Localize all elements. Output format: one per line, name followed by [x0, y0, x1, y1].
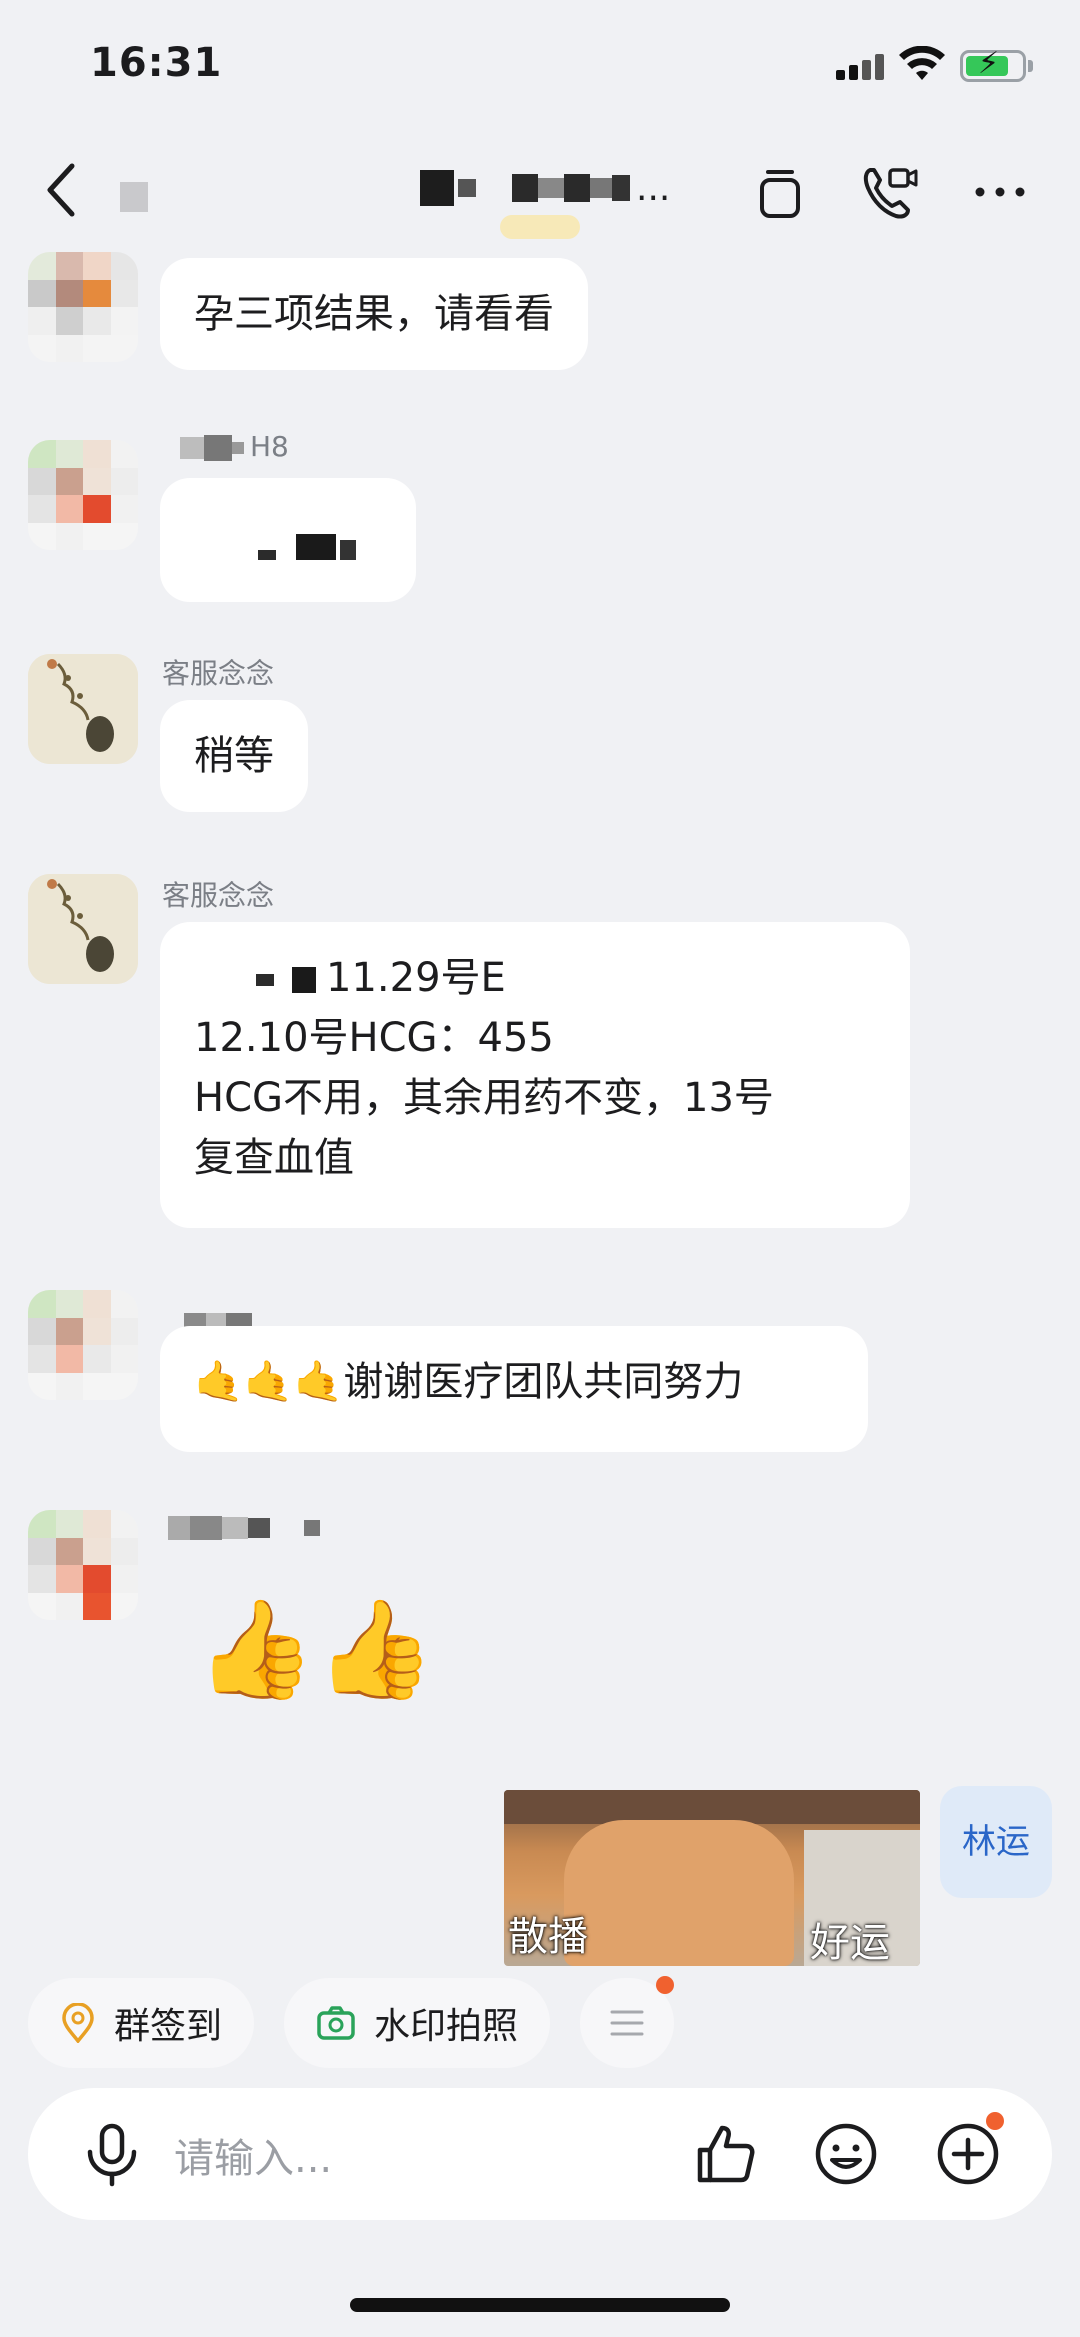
location-icon: [60, 2003, 96, 2043]
wifi-icon: [899, 46, 945, 80]
message-line: 11.29号E: [194, 948, 876, 1008]
avatar[interactable]: [28, 874, 138, 984]
message-bubble[interactable]: 孕三项结果，请看看: [160, 258, 588, 370]
avatar[interactable]: [28, 440, 138, 550]
video-call-icon[interactable]: [856, 160, 920, 224]
chat-header: ...: [0, 130, 1080, 245]
message-line: HCG不用，其余用药不变，13号: [194, 1075, 774, 1121]
check-in-label: 群签到: [114, 2006, 223, 2047]
sender-name: 客服念念: [162, 657, 275, 690]
sticker-text-left: 散播: [508, 1914, 588, 1960]
message-bubble[interactable]: [160, 478, 416, 602]
message-line: 12.10号HCG：455: [194, 1015, 554, 1061]
avatar[interactable]: [28, 654, 138, 764]
self-avatar[interactable]: 林运: [940, 1786, 1052, 1898]
message-text: 稍等: [194, 733, 274, 779]
message-line: 复查血值: [194, 1135, 354, 1181]
signal-icon: [836, 54, 886, 80]
message-input[interactable]: 请输入...: [174, 2126, 332, 2184]
emoji-icon[interactable]: [810, 2118, 882, 2190]
sender-name: 客服念念: [162, 879, 275, 912]
check-in-button[interactable]: 群签到: [28, 1978, 255, 2068]
message-bubble[interactable]: 11.29号E 12.10号HCG：455 HCG不用，其余用药不变，13号 复…: [160, 922, 910, 1228]
copy-icon[interactable]: [748, 160, 812, 224]
message-bubble[interactable]: 🤙🤙🤙谢谢医疗团队共同努力: [160, 1326, 868, 1452]
group-badge: [500, 215, 580, 239]
status-time: 16:31: [90, 40, 223, 86]
quick-actions: 群签到 水印拍照: [0, 1974, 1080, 2074]
watermark-photo-label: 水印拍照: [374, 2006, 519, 2047]
more-icon[interactable]: [968, 160, 1032, 224]
sender-name: H8: [180, 430, 289, 463]
sender-name: [168, 1510, 320, 1543]
notification-dot: [986, 2112, 1004, 2130]
more-actions-button[interactable]: [580, 1976, 674, 2068]
avatar[interactable]: [28, 1290, 138, 1400]
message-text: 🤙🤙🤙谢谢医疗团队共同努力: [194, 1359, 744, 1405]
thumbs-up-emoji[interactable]: 👍👍: [196, 1594, 435, 1704]
group-title[interactable]: ...: [420, 158, 720, 218]
chevron-left-icon[interactable]: [40, 160, 84, 220]
home-indicator[interactable]: [350, 2298, 730, 2312]
shaka-emoji: 🤙🤙🤙: [194, 1359, 344, 1405]
status-bar: 16:31 ⚡: [0, 0, 1080, 130]
message-text: 孕三项结果，请看看: [194, 291, 554, 337]
sticker-image[interactable]: 散播 好运: [504, 1790, 920, 1966]
back-count-mosaic: [120, 182, 148, 212]
menu-icon: [610, 2010, 644, 2036]
camera-icon: [316, 2005, 356, 2041]
avatar[interactable]: [28, 1510, 138, 1620]
title-ellipsis: ...: [636, 167, 671, 209]
watermark-photo-button[interactable]: 水印拍照: [284, 1978, 551, 2068]
notification-dot: [656, 1976, 674, 1994]
charging-icon: ⚡: [978, 46, 1000, 81]
sticker-text-right: 好运: [810, 1920, 890, 1966]
message-bubble[interactable]: 稍等: [160, 700, 308, 812]
thumbs-up-icon[interactable]: [690, 2118, 762, 2190]
message-input-bar: 请输入...: [28, 2088, 1052, 2220]
avatar[interactable]: [28, 252, 138, 362]
microphone-icon[interactable]: [76, 2118, 148, 2190]
